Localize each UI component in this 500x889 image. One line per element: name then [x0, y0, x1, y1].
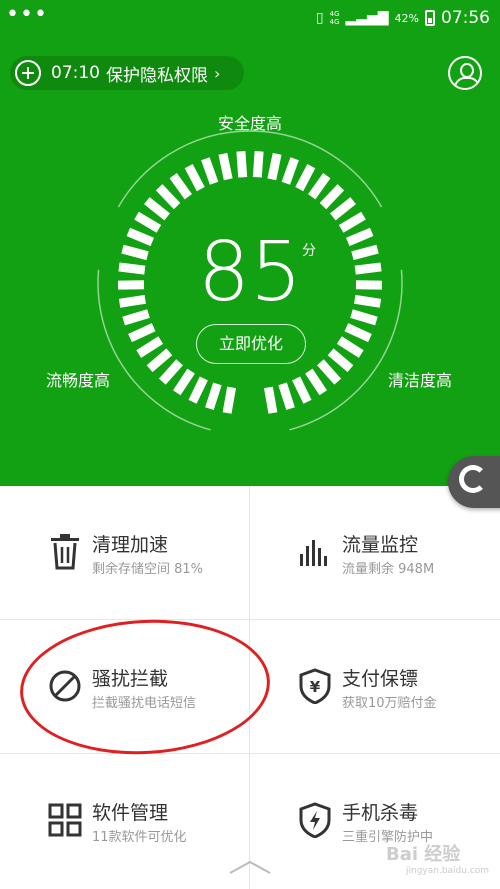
gauge-segment — [336, 336, 364, 358]
signal-icon: ▂▃▅▇ — [345, 10, 389, 26]
gauge-segment — [344, 323, 372, 343]
gauge-segment — [252, 151, 264, 178]
chevron-up-icon[interactable] — [226, 858, 274, 876]
overflow-dots-icon: ••• — [6, 2, 48, 27]
tile-title: 流量监控 — [342, 534, 419, 556]
gauge-outer-ring-top — [117, 130, 383, 208]
tile-traffic-monitor[interactable]: 流量监控 流量剩余 948M — [250, 486, 500, 620]
gauge-segment — [136, 336, 164, 358]
svg-text:¥: ¥ — [310, 678, 321, 696]
chevron-right-icon: › — [214, 63, 221, 83]
gauge-segment — [218, 152, 233, 181]
watermark: Bai 经验 — [386, 844, 461, 865]
gauge-segment — [201, 157, 219, 185]
gauge-segment — [128, 323, 156, 343]
tile-title: 软件管理 — [92, 802, 169, 824]
gauge-segment — [278, 382, 295, 410]
plus-circle-icon — [15, 60, 41, 86]
gauge-segment — [292, 376, 312, 404]
privacy-text: 保护隐私权限 — [106, 65, 208, 86]
tile-title: 清理加速 — [92, 534, 169, 556]
tile-subtitle: 剩余存储空间 81% — [92, 562, 204, 577]
network-indicator: 4G 4G — [330, 10, 340, 26]
score-unit: 分 — [302, 243, 316, 259]
shield-bolt-icon — [299, 802, 331, 838]
gauge-segment — [263, 386, 278, 414]
gauge-segment — [205, 382, 222, 410]
tile-subtitle: 11款软件可优化 — [92, 830, 187, 845]
battery-icon — [425, 10, 435, 26]
gauge-segment — [295, 164, 316, 192]
tile-subtitle: 获取10万赔付金 — [342, 696, 437, 711]
gauge-left-label: 流畅度高 — [46, 371, 111, 390]
user-avatar-button[interactable] — [448, 56, 482, 90]
security-score: 85 — [197, 225, 303, 320]
tile-payment-guard[interactable]: ¥ 支付保镖 获取10万赔付金 — [250, 620, 500, 754]
gauge-segment — [222, 386, 237, 414]
gauge-segment — [281, 157, 299, 185]
gauge-segment — [236, 151, 248, 178]
watermark-url: jingyan.baidu.com — [406, 866, 490, 876]
clock: 07:56 — [441, 8, 490, 28]
battery-percent: 42% — [394, 11, 419, 25]
gauge-segment — [184, 164, 205, 192]
tile-subtitle: 流量剩余 948M — [342, 562, 435, 577]
apps-grid-icon — [48, 803, 82, 837]
privacy-permission-pill[interactable]: 07:10 保护隐私权限 › — [10, 56, 244, 90]
gauge-segment — [188, 376, 208, 404]
tile-title: 手机杀毒 — [342, 802, 419, 824]
optimize-now-button[interactable]: 立即优化 — [196, 324, 306, 364]
trash-icon — [51, 534, 79, 570]
tile-title: 支付保镖 — [342, 668, 419, 690]
tile-clean-speedup[interactable]: 清理加速 剩余存储空间 81% — [0, 486, 250, 620]
security-hero-panel: ••• ▯ 4G 4G ▂▃▅▇ 42% 07:56 07:10 保护隐私权限 … — [0, 0, 500, 486]
network-type-top: 4G — [329, 10, 340, 18]
bar-chart-icon — [300, 540, 327, 566]
privacy-time: 07:10 — [51, 63, 100, 83]
phone-vibrate-icon: ▯ — [315, 10, 324, 26]
gauge-top-label: 安全度高 — [217, 114, 282, 133]
tile-software-manage[interactable]: 软件管理 11款软件可优化 — [0, 754, 250, 888]
network-type-bottom: 4G — [329, 18, 340, 26]
status-bar: ••• ▯ 4G 4G ▂▃▅▇ 42% 07:56 — [0, 0, 500, 36]
gauge-right-label: 清洁度高 — [388, 371, 453, 390]
shield-yen-icon: ¥ — [299, 668, 331, 704]
gauge-segment — [267, 152, 282, 181]
